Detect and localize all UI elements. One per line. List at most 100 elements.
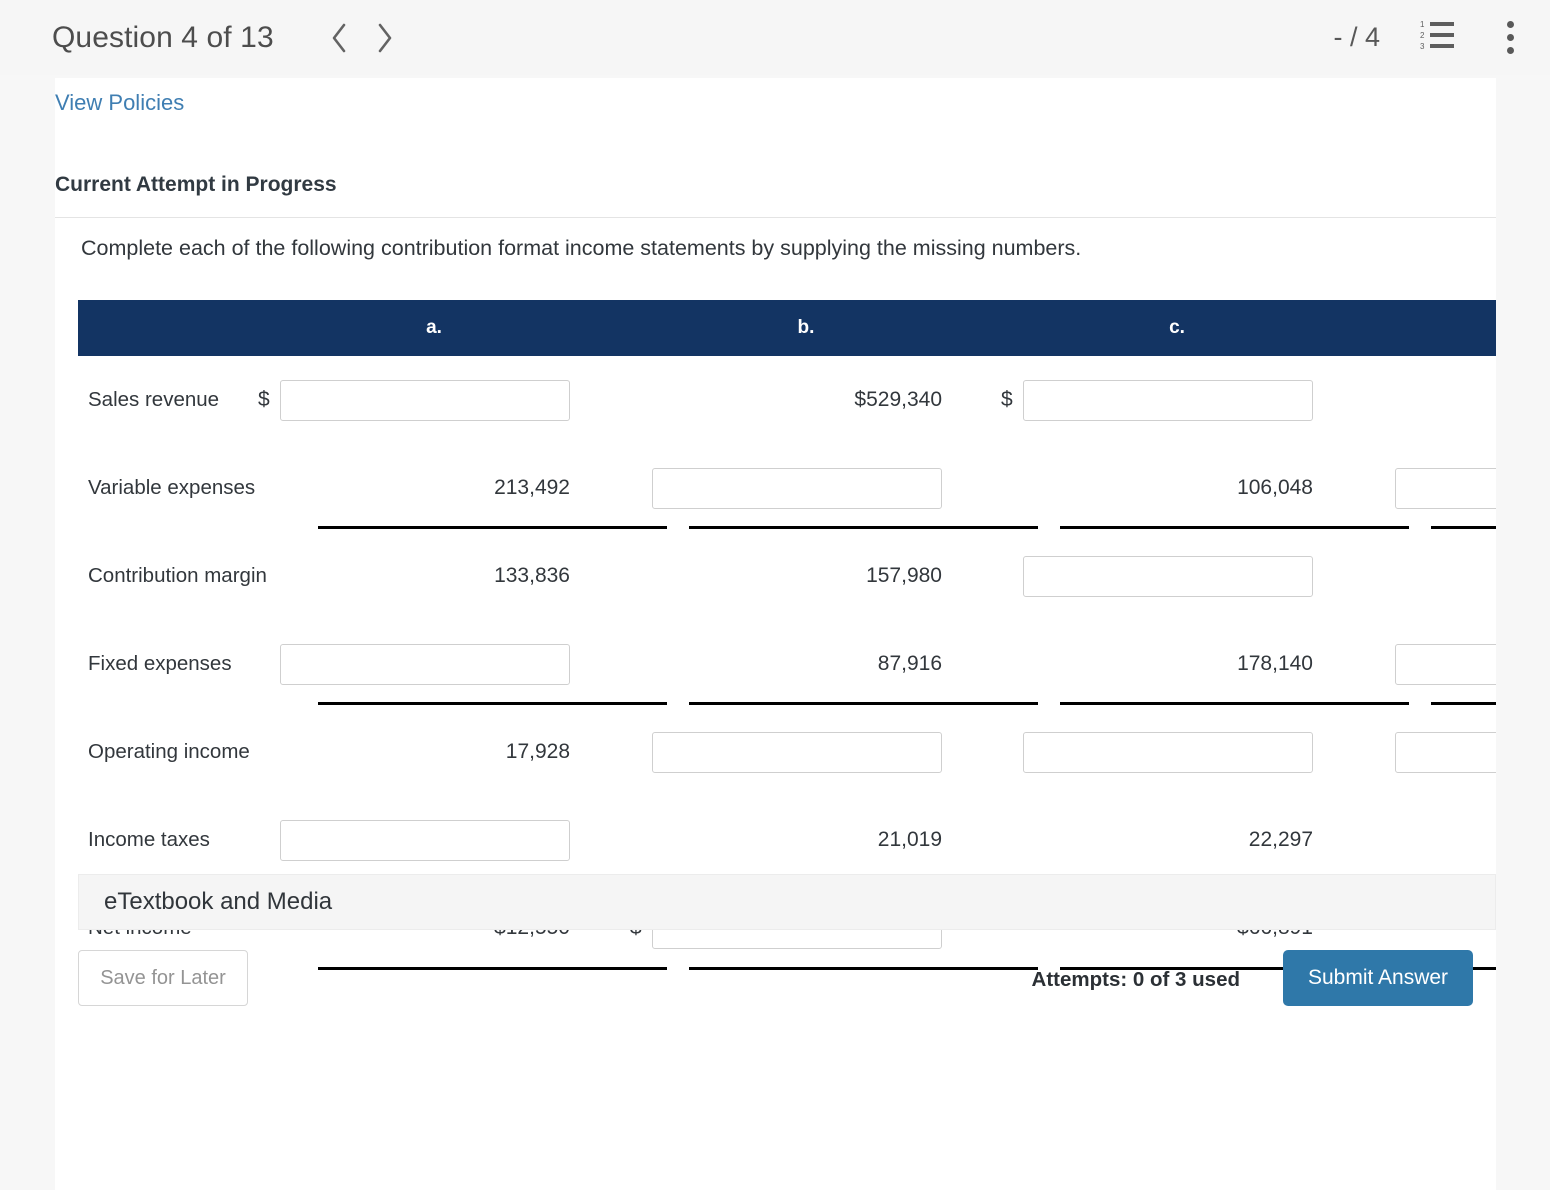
attempts-counter: Attempts: 0 of 3 used <box>1031 968 1240 991</box>
subtotal-rule <box>318 967 667 970</box>
table-row: Fixed expenses 87,916 178,140 <box>78 620 1496 708</box>
table-cell <box>1373 796 1496 884</box>
cell-content: 157,980 <box>630 532 960 620</box>
cell-content <box>630 708 960 796</box>
page-title: Question 4 of 13 <box>52 20 274 54</box>
answer-input[interactable] <box>1023 555 1313 597</box>
table-cell: 178,140 <box>1001 620 1331 708</box>
table-row: Variable expenses 213,492 106,048 <box>78 444 1496 532</box>
table-cell <box>258 796 588 884</box>
table-cell: $ <box>258 356 588 444</box>
table-cell <box>630 708 960 796</box>
income-statement-table: a. b. c. Sales revenue $ $529,340 $ Variable e… <box>78 300 1496 972</box>
cell-content <box>630 444 960 532</box>
row-label: Contribution margin <box>88 564 267 588</box>
static-amount: 178,140 <box>1237 652 1313 675</box>
table-cell <box>1373 708 1496 796</box>
static-amount: 87,916 <box>877 652 942 675</box>
submit-answer-button[interactable]: Submit Answer <box>1283 950 1473 1006</box>
table-cell: 106,048 <box>1001 444 1331 532</box>
static-amount: 133,836 <box>494 564 570 587</box>
answer-input[interactable] <box>280 379 570 421</box>
static-amount: 17,928 <box>505 740 570 763</box>
cell-content <box>1373 532 1496 620</box>
svg-text:3: 3 <box>1420 42 1425 51</box>
table-cell <box>1373 532 1496 620</box>
cell-content <box>1373 796 1496 884</box>
cell-content <box>1001 708 1331 796</box>
answer-input[interactable] <box>1023 731 1313 773</box>
table-cell: $529,340 <box>630 356 960 444</box>
etextbook-and-media-bar[interactable]: eTextbook and Media <box>78 874 1496 930</box>
static-amount: 157,980 <box>866 564 942 587</box>
cell-content: $ <box>1001 356 1331 444</box>
table-cell: 22,297 <box>1001 796 1331 884</box>
cell-content: 87,916 <box>630 620 960 708</box>
cell-content <box>1373 708 1496 796</box>
cell-content <box>1373 444 1496 532</box>
cell-content: 213,492 <box>258 444 588 532</box>
table-cell <box>258 620 588 708</box>
answer-input[interactable] <box>652 731 942 773</box>
column-header-3: c. <box>1169 317 1185 338</box>
answer-input[interactable] <box>1395 643 1496 685</box>
answer-input[interactable] <box>652 467 942 509</box>
question-toolbar: Question 4 of 13 - / 4 1 2 3 <box>0 0 1550 75</box>
etextbook-and-media-label: eTextbook and Media <box>104 888 333 915</box>
static-amount: 22,297 <box>1248 828 1313 851</box>
view-policies-link[interactable]: View Policies <box>55 90 184 116</box>
score-display: - / 4 <box>1333 22 1380 52</box>
currency-symbol: $ <box>258 388 270 411</box>
table-cell: 157,980 <box>630 532 960 620</box>
cell-content <box>1373 620 1496 708</box>
row-label: Variable expenses <box>88 476 256 500</box>
kebab-dot <box>1506 21 1514 28</box>
table-cell <box>1373 620 1496 708</box>
kebab-menu-icon[interactable] <box>1498 18 1522 58</box>
answer-input[interactable] <box>280 643 570 685</box>
table-cell: $ <box>1001 356 1331 444</box>
chevron-left-icon <box>328 21 350 55</box>
answer-input[interactable] <box>1023 379 1313 421</box>
subtotal-rule <box>318 526 667 529</box>
toolbar-right-group: - / 4 1 2 3 <box>1333 18 1522 58</box>
subtotal-rule <box>689 526 1038 529</box>
table-cell: 87,916 <box>630 620 960 708</box>
answer-input[interactable] <box>1395 467 1496 509</box>
next-question-button[interactable] <box>362 15 408 61</box>
previous-question-button[interactable] <box>316 15 362 61</box>
column-header-1: a. <box>426 317 442 338</box>
table-cell <box>1373 356 1496 444</box>
question-prompt: Complete each of the following contribut… <box>81 236 1082 260</box>
svg-text:1: 1 <box>1420 20 1425 29</box>
cell-content: 106,048 <box>1001 444 1331 532</box>
table-cell <box>630 444 960 532</box>
numbered-list-icon[interactable]: 1 2 3 <box>1420 18 1456 57</box>
subtotal-rule <box>318 702 667 705</box>
table-cell <box>1001 708 1331 796</box>
column-header-4 <box>1489 300 1496 356</box>
currency-symbol: $ <box>1001 388 1013 411</box>
static-amount: 106,048 <box>1237 476 1313 499</box>
cell-content: 21,019 <box>630 796 960 884</box>
question-panel: View Policies Current Attempt in Progres… <box>55 78 1496 1190</box>
table-row: Income taxes 21,019 22,297 <box>78 796 1496 884</box>
static-amount: 21,019 <box>877 828 942 851</box>
row-label: Operating income <box>88 740 250 764</box>
cell-content: $529,340 <box>630 356 960 444</box>
table-row: Sales revenue $ $529,340 $ <box>78 356 1496 444</box>
answer-input[interactable] <box>280 819 570 861</box>
subtotal-rule <box>1060 526 1409 529</box>
save-for-later-button[interactable]: Save for Later <box>78 950 248 1006</box>
cell-content: 133,836 <box>258 532 588 620</box>
table-cell: 17,928 <box>258 708 588 796</box>
cell-content <box>1373 356 1496 444</box>
cell-content: 22,297 <box>1001 796 1331 884</box>
table-cell: 213,492 <box>258 444 588 532</box>
section-divider <box>55 217 1496 218</box>
answer-input[interactable] <box>1395 731 1496 773</box>
subtotal-rule <box>1431 526 1496 529</box>
table-cell: 21,019 <box>630 796 960 884</box>
row-label: Sales revenue <box>88 388 220 412</box>
question-navigation <box>316 15 408 61</box>
